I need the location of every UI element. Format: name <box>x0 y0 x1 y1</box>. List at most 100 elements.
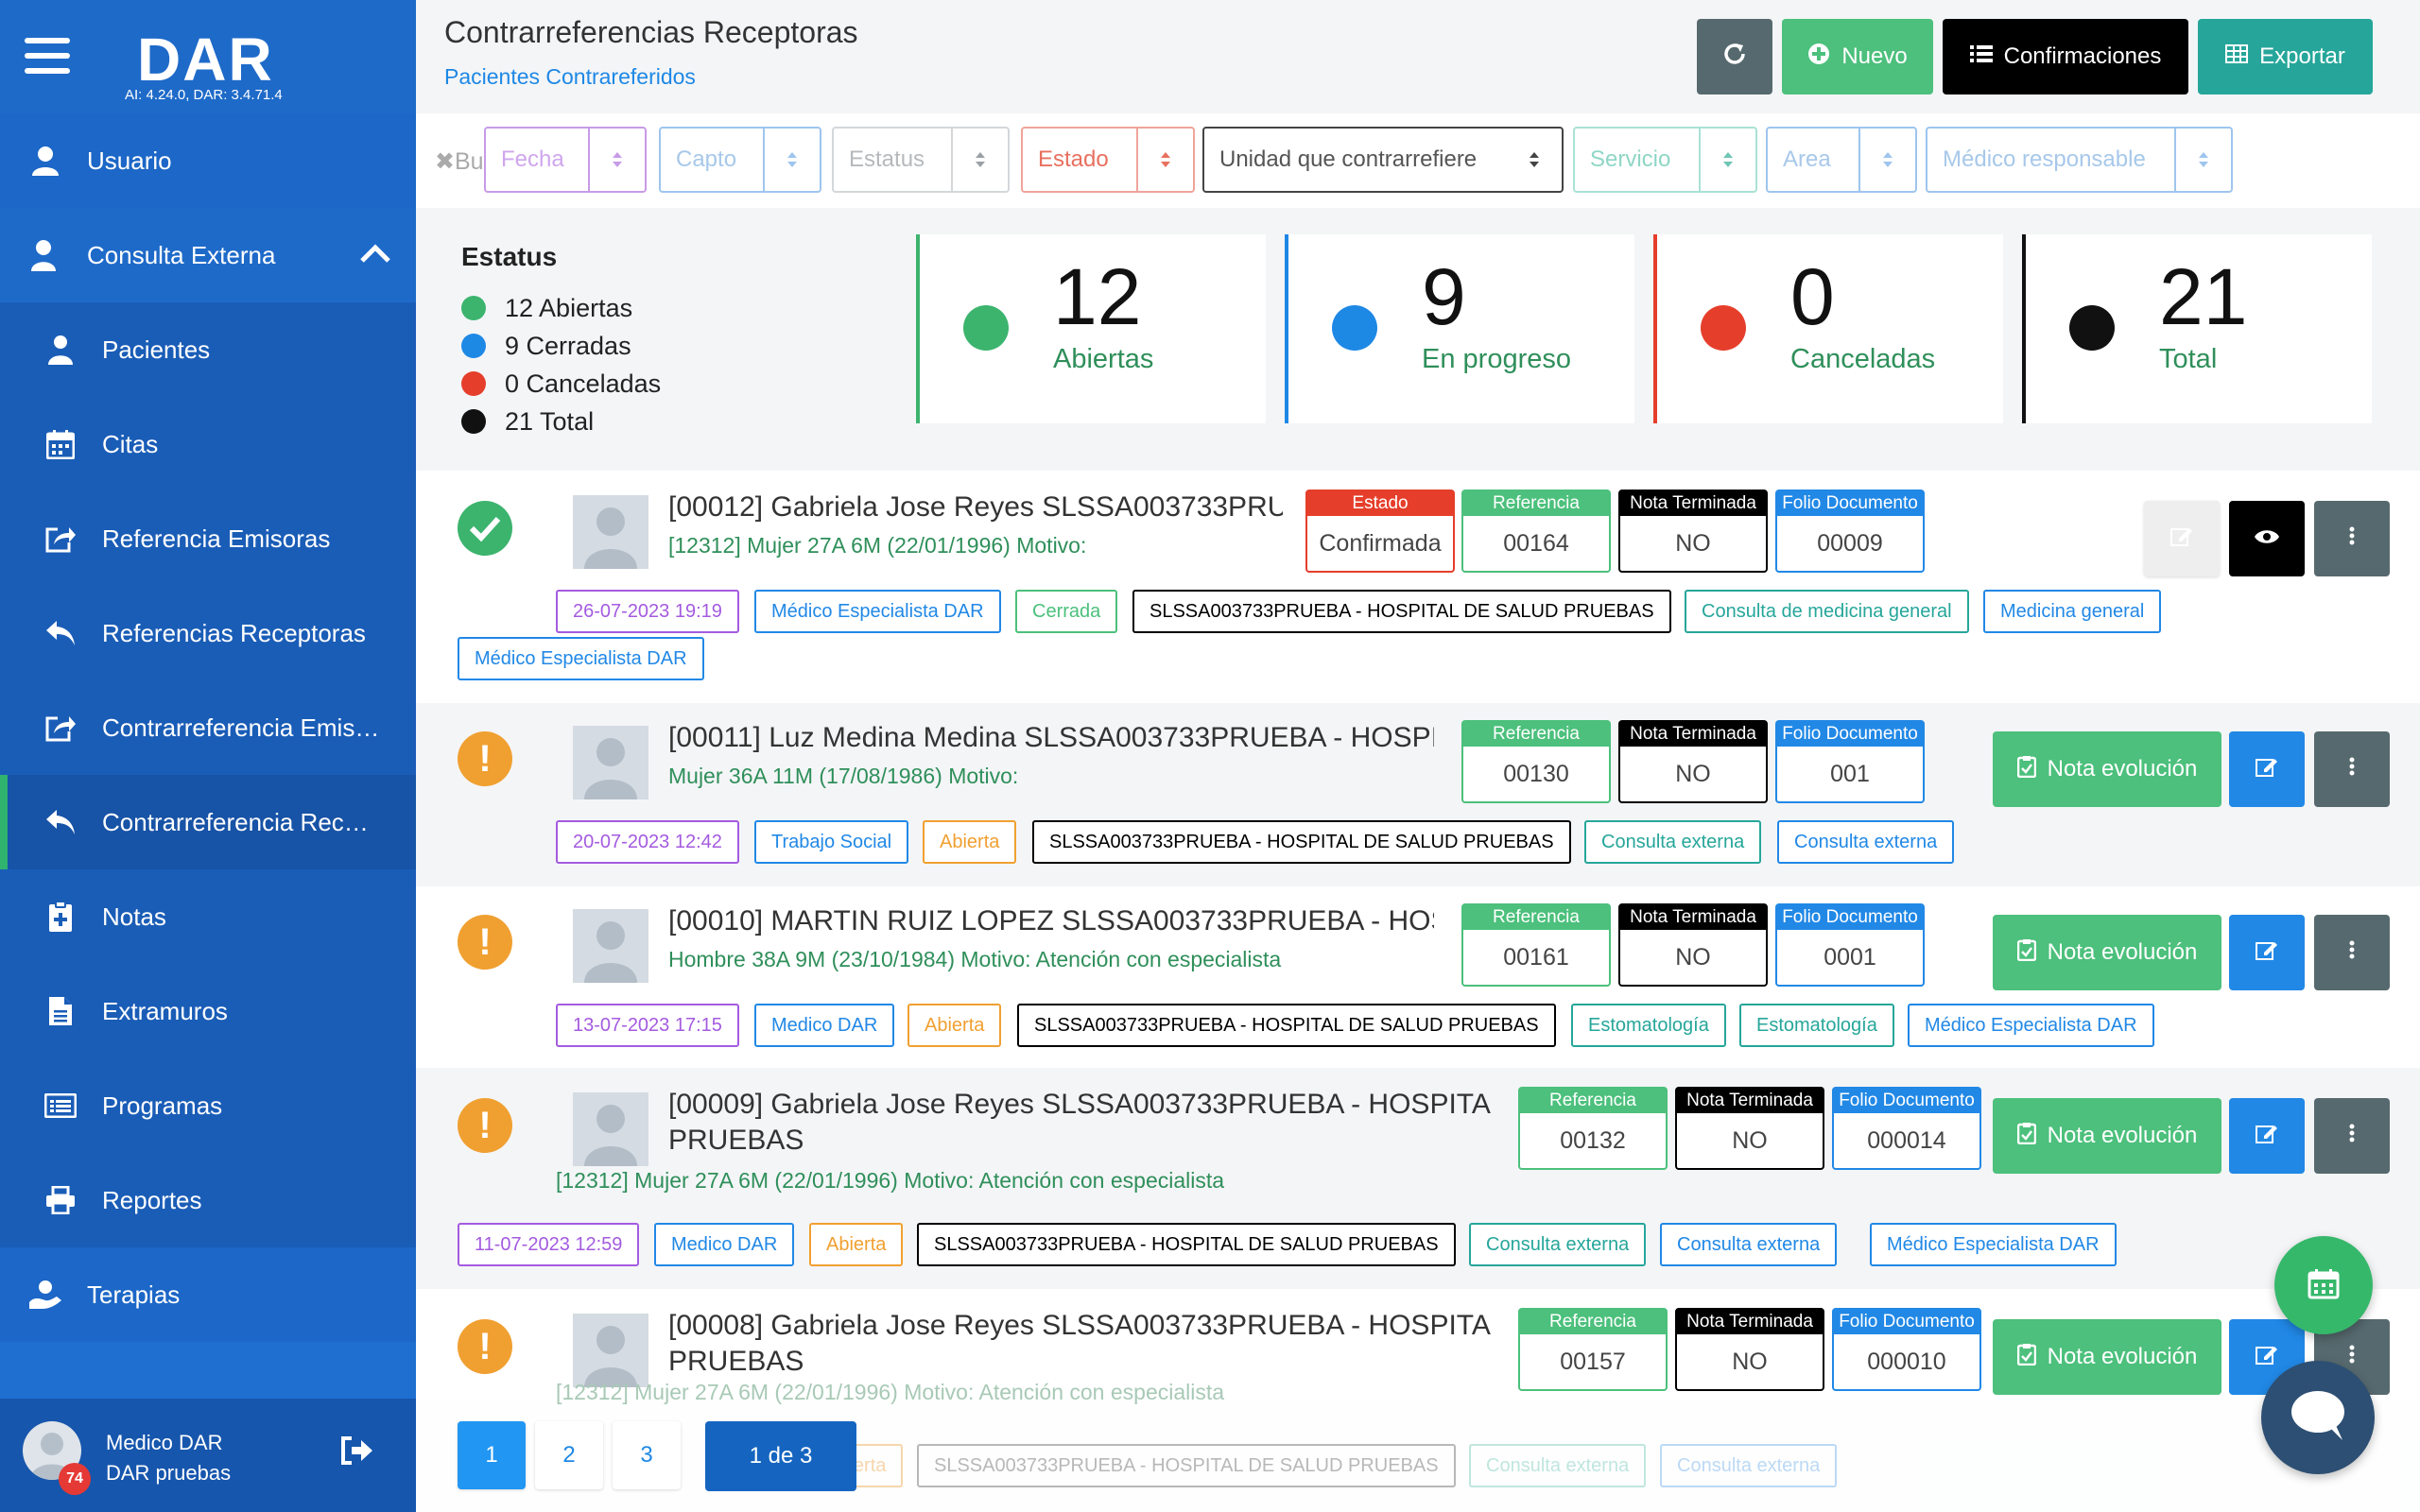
edit-button-disabled[interactable] <box>2144 501 2220 576</box>
estado-box: Estado Confirmada <box>1305 490 1455 573</box>
unit-tag: SLSSA003733PRUEBA - HOSPITAL DE SALUD PR… <box>1017 1004 1556 1047</box>
check-circle-icon <box>458 501 512 556</box>
status-tag: Cerrada <box>1015 590 1118 633</box>
more-options-button[interactable] <box>2314 915 2390 990</box>
sidebar-item-reportes[interactable]: Reportes <box>0 1153 416 1247</box>
sidebar-item-extramuros[interactable]: Extramuros <box>0 964 416 1058</box>
record-row[interactable]: [00012] Gabriela Jose Reyes SLSSA003733P… <box>416 471 2420 703</box>
chat-fab-button[interactable] <box>2261 1361 2375 1474</box>
patient-name[interactable]: [00011] Luz Medina Medina SLSSA003733PRU… <box>668 722 1434 754</box>
sidebar-item-consulta-externa[interactable]: Consulta Externa <box>0 208 416 302</box>
confirmaciones-label: Confirmaciones <box>2003 43 2162 69</box>
filter-estatus[interactable]: Estatus <box>832 127 1010 193</box>
filter-servicio[interactable]: Servicio <box>1573 127 1757 193</box>
hamburger-menu-icon[interactable] <box>25 38 70 74</box>
sidebar-item-citas[interactable]: Citas <box>0 397 416 491</box>
clear-icon[interactable]: ✖ <box>435 148 455 175</box>
filter-fecha[interactable]: Fecha <box>484 127 647 193</box>
edit-button[interactable] <box>2229 731 2305 807</box>
sidebar-item-label: Citas <box>102 429 159 458</box>
filter-medico[interactable]: Médico responsable <box>1926 127 2233 193</box>
patient-photo <box>573 495 648 569</box>
green-dot-icon <box>461 296 486 320</box>
area-tag: Estomatología <box>1739 1004 1894 1047</box>
sidebar-item-pacientes[interactable]: Pacientes <box>0 302 416 397</box>
service-tag: Estomatología <box>1571 1004 1726 1047</box>
green-dot-icon <box>963 305 1009 351</box>
chat-bubble-icon <box>2288 1387 2348 1449</box>
nota-terminada-box: Nota Terminada NO <box>1675 1308 1824 1391</box>
stat-label: Abiertas <box>1053 344 1154 374</box>
stat-card-total: 21 Total <box>2022 234 2372 423</box>
nota-terminada-box: Nota Terminada NO <box>1618 903 1768 987</box>
sidebar-item-label: Reportes <box>102 1185 202 1214</box>
box-header: Referencia <box>1463 491 1609 516</box>
edit-button[interactable] <box>2229 915 2305 990</box>
patient-name[interactable]: [00009] Gabriela Jose Reyes SLSSA003733P… <box>668 1089 1491 1121</box>
view-button[interactable] <box>2229 501 2305 576</box>
box-header: Nota Terminada <box>1677 1310 1823 1334</box>
hand-heart-icon <box>26 1276 64 1314</box>
record-row[interactable]: ! [00011] Luz Medina Medina SLSSA003733P… <box>416 703 2420 886</box>
nota-evolucion-button[interactable]: Nota evolución <box>1993 1098 2221 1174</box>
filter-area[interactable]: Area <box>1766 127 1917 193</box>
more-options-button[interactable] <box>2314 731 2390 807</box>
page-button-3[interactable]: 3 <box>613 1421 681 1489</box>
legend-label: 12 Abiertas <box>505 293 633 322</box>
filter-capto[interactable]: Capto <box>659 127 821 193</box>
clipboard-plus-icon <box>42 898 79 936</box>
nota-evolucion-button[interactable]: Nota evolución <box>1993 731 2221 807</box>
patient-description: [12312] Mujer 27A 6M (22/01/1996) Motivo… <box>668 533 1087 558</box>
doctor-tag: Médico Especialista DAR <box>754 590 1001 633</box>
record-row[interactable]: ! [00009] Gabriela Jose Reyes SLSSA00373… <box>416 1068 2420 1289</box>
page-count: 1 de 3 <box>705 1421 856 1491</box>
record-row[interactable]: ! [00010] MARTIN RUIZ LOPEZ SLSSA003733P… <box>416 886 2420 1068</box>
sidebar-item-notas[interactable]: Notas <box>0 869 416 964</box>
edit-icon <box>2256 1344 2278 1371</box>
nuevo-button[interactable]: Nuevo <box>1782 19 1933 94</box>
page-button-2[interactable]: 2 <box>535 1421 603 1489</box>
folio-box: Folio Documento 0001 <box>1775 903 1925 987</box>
blue-dot-icon <box>1332 305 1377 351</box>
patient-description: Mujer 36A 11M (17/08/1986) Motivo: <box>668 764 1019 788</box>
doctor-tag: Medico DAR <box>754 1004 895 1047</box>
date-tag: 20-07-2023 12:42 <box>556 820 739 864</box>
filter-unidad[interactable]: Unidad que contrarrefiere <box>1202 127 1564 193</box>
patient-name[interactable]: [00010] MARTIN RUIZ LOPEZ SLSSA003733PRU… <box>668 905 1434 937</box>
date-tag: 26-07-2023 19:19 <box>556 590 739 633</box>
logout-icon[interactable] <box>340 1436 374 1469</box>
refresh-button[interactable] <box>1697 19 1772 94</box>
box-value: 000010 <box>1867 1348 1946 1375</box>
folio-box: Folio Documento 001 <box>1775 720 1925 803</box>
sidebar-item-referencia-emisoras[interactable]: Referencia Emisoras <box>0 491 416 586</box>
app-version: AI: 4.24.0, DAR: 3.4.71.4 <box>125 87 283 103</box>
exclamation-circle-icon: ! <box>458 1098 512 1153</box>
patient-description: [12312] Mujer 27A 6M (22/01/1996) Motivo… <box>556 1168 1225 1193</box>
calendar-fab-button[interactable] <box>2274 1236 2373 1334</box>
doctor-tag: Trabajo Social <box>754 820 909 864</box>
confirmaciones-button[interactable]: Confirmaciones <box>1943 19 2188 94</box>
button-label: Nota evolución <box>2047 1344 2198 1369</box>
sidebar-item-contrarreferencia-receptoras[interactable]: Contrarreferencia Rec… <box>0 775 416 869</box>
nota-evolucion-button[interactable]: Nota evolución <box>1993 915 2221 990</box>
nota-evolucion-button[interactable]: Nota evolución <box>1993 1319 2221 1395</box>
filter-estado[interactable]: Estado <box>1021 127 1195 193</box>
patient-name[interactable]: [00012] Gabriela Jose Reyes SLSSA003733P… <box>668 491 1283 524</box>
page-header: Contrarreferencias Receptoras Pacientes … <box>416 0 2420 113</box>
more-options-button[interactable] <box>2314 1098 2390 1174</box>
page-subtitle[interactable]: Pacientes Contrareferidos <box>444 64 696 90</box>
responsible-tag: Médico Especialista DAR <box>1870 1223 2117 1266</box>
exportar-button[interactable]: Exportar <box>2198 19 2373 94</box>
sidebar-item-referencias-receptoras[interactable]: Referencias Receptoras <box>0 586 416 680</box>
edit-button[interactable] <box>2229 1098 2305 1174</box>
user-organization: DAR pruebas <box>106 1461 232 1485</box>
sidebar-item-terapias[interactable]: Terapias <box>0 1247 416 1342</box>
more-options-button[interactable] <box>2314 501 2390 576</box>
page-button-1[interactable]: 1 <box>458 1421 526 1489</box>
patient-photo <box>573 726 648 799</box>
sidebar-item-programas[interactable]: Programas <box>0 1058 416 1153</box>
vertical-dots-icon <box>2349 939 2355 966</box>
sidebar-item-contrarreferencia-emisoras[interactable]: Contrarreferencia Emis… <box>0 680 416 775</box>
sidebar-item-usuario[interactable]: Usuario <box>0 113 416 208</box>
patient-name[interactable]: [00008] Gabriela Jose Reyes SLSSA003733P… <box>668 1310 1491 1342</box>
